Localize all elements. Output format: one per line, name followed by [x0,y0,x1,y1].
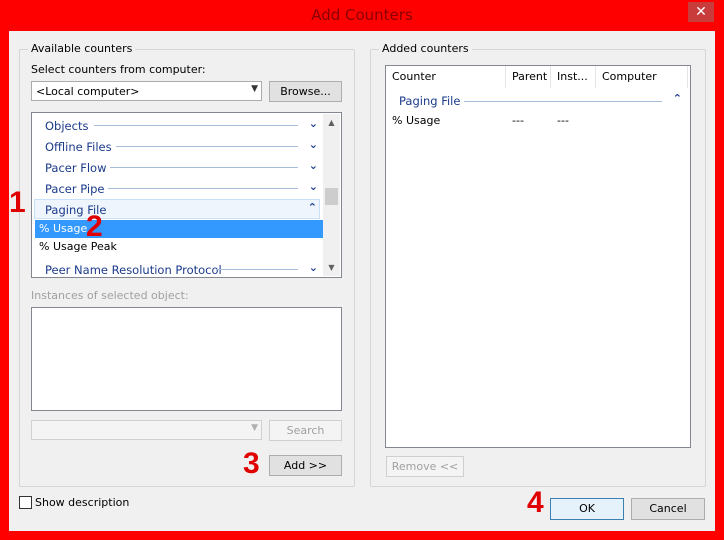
object-label: Peer Name Resolution Protocol [45,263,222,277]
scroll-up-icon[interactable]: ▲ [323,114,340,131]
annotation-step-2: 2 [86,210,103,243]
object-label: Pacer Pipe [45,182,105,196]
scroll-thumb[interactable] [325,188,338,205]
object-item-paging-file[interactable]: Paging File ⌃ [34,199,320,219]
column-header-instance[interactable]: Inst... [551,66,596,88]
object-divider [108,188,298,189]
added-counters-list[interactable]: Counter Parent Inst... Computer Paging F… [385,65,691,448]
dialog-client-area: Available counters Select counters from … [9,31,715,531]
object-item-pacer-pipe[interactable]: Pacer Pipe ⌄ [34,178,320,198]
window-border-bottom [0,531,724,540]
annotation-step-4: 4 [527,486,544,519]
chevron-down-icon[interactable]: ⌄ [309,159,318,172]
chevron-down-icon[interactable]: ⌄ [309,117,318,130]
group-divider [464,101,662,102]
object-label: Pacer Flow [45,161,107,175]
column-header-counter[interactable]: Counter [386,66,506,88]
counter-label: % Usage Peak [39,240,117,253]
object-item-peer-name-resolution[interactable]: Peer Name Resolution Protocol ⌄ [34,259,320,277]
add-counters-dialog: Add Counters ✕ Available counters Select… [0,0,724,540]
chevron-down-icon: ▼ [251,423,258,433]
object-item-objects[interactable]: Objects ⌄ [34,115,320,135]
available-counters-title: Available counters [28,42,136,55]
added-counter-row[interactable]: % Usage --- --- [388,112,690,130]
show-description-label[interactable]: Show description [35,496,129,509]
chevron-down-icon[interactable]: ⌄ [309,180,318,193]
instance-search-combo[interactable]: ▼ [31,420,262,440]
close-button[interactable]: ✕ [688,2,714,22]
object-divider [216,269,298,270]
added-counter-name: % Usage [392,114,441,127]
object-divider [94,125,298,126]
object-item-offline-files[interactable]: Offline Files ⌄ [34,136,320,156]
computer-dropdown[interactable]: <Local computer> ▼ [31,81,262,101]
counters-scrollbar[interactable]: ▲ ▼ [323,114,340,276]
chevron-down-icon[interactable]: ⌄ [309,261,318,274]
column-header-computer[interactable]: Computer [596,66,688,88]
added-group-paging-file[interactable]: Paging File ⌃ [388,90,690,110]
object-label: Objects [45,119,89,133]
annotation-step-3: 3 [243,447,260,480]
instances-listbox[interactable] [31,307,342,411]
scroll-down-icon[interactable]: ▼ [323,259,340,276]
window-title: Add Counters [311,6,413,24]
title-bar: Add Counters ✕ [0,0,724,31]
added-counter-parent: --- [512,114,524,127]
column-header-parent[interactable]: Parent [506,66,551,88]
select-computer-label: Select counters from computer: [31,63,206,76]
added-counter-instance: --- [557,114,569,127]
annotation-step-1: 1 [9,186,26,219]
ok-button[interactable]: OK [550,498,624,520]
cancel-button[interactable]: Cancel [631,498,705,520]
search-button[interactable]: Search [269,420,342,441]
computer-value: <Local computer> [36,85,140,98]
added-counters-title: Added counters [379,42,472,55]
add-button[interactable]: Add >> [269,455,342,476]
window-border-right [715,0,724,540]
chevron-down-icon: ▼ [251,84,258,94]
chevron-up-icon[interactable]: ⌃ [308,201,317,214]
remove-button[interactable]: Remove << [386,456,464,477]
window-border-left [0,0,9,540]
browse-button[interactable]: Browse... [269,81,342,102]
counter-item-usage-peak[interactable]: % Usage Peak [35,238,323,256]
instances-label: Instances of selected object: [31,289,189,302]
counters-listbox[interactable]: Objects ⌄ Offline Files ⌄ Pacer Flow ⌄ P… [31,112,342,278]
chevron-down-icon[interactable]: ⌄ [309,138,318,151]
object-item-pacer-flow[interactable]: Pacer Flow ⌄ [34,157,320,177]
object-divider [110,167,298,168]
counter-item-usage[interactable]: % Usage [35,220,323,238]
counter-label: % Usage [39,222,88,235]
object-label: Offline Files [45,140,112,154]
show-description-checkbox[interactable] [19,496,32,509]
chevron-up-icon[interactable]: ⌃ [673,92,682,105]
group-label: Paging File [399,94,461,108]
object-divider [116,146,298,147]
